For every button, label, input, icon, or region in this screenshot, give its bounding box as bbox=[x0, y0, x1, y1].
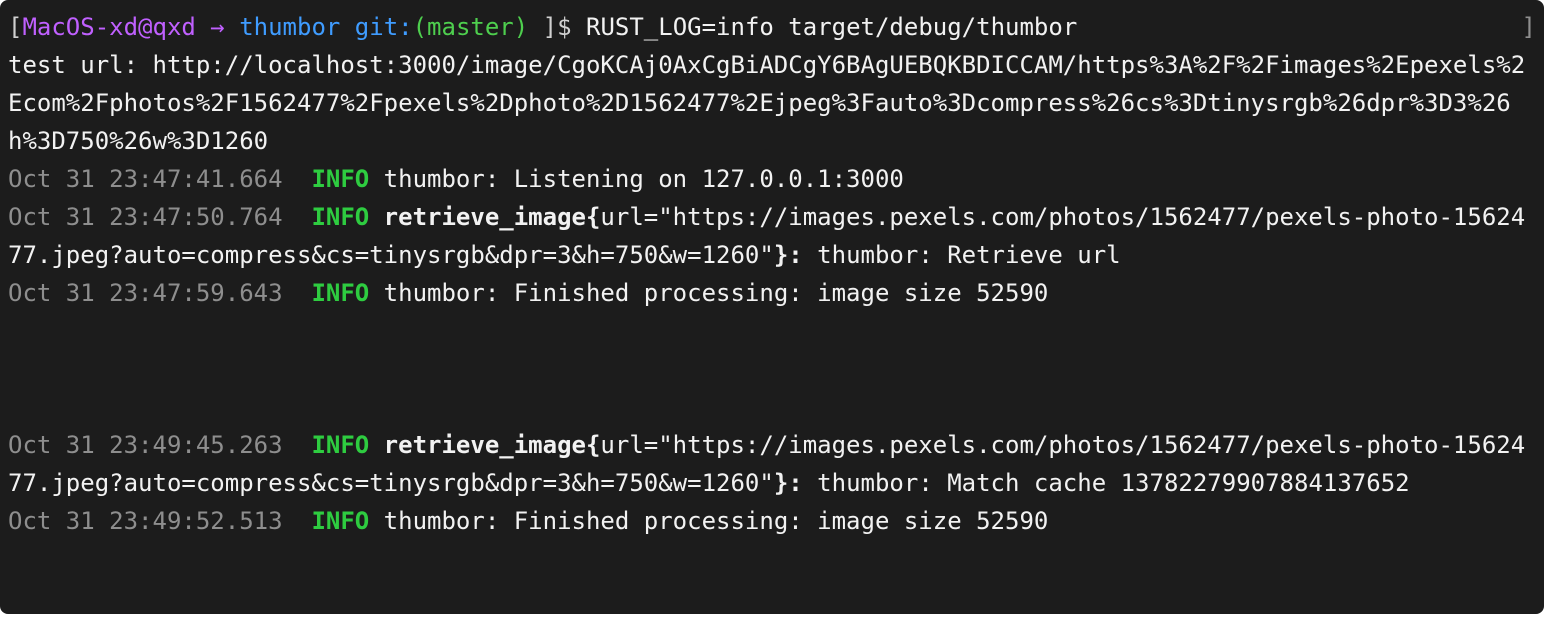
prompt-git-branch: (master) bbox=[413, 13, 529, 41]
log-span-close: }: bbox=[774, 469, 803, 497]
log-span-name: retrieve_image{ bbox=[369, 203, 600, 231]
log-message: thumbor: Retrieve url bbox=[803, 241, 1121, 269]
prompt-host: MacOS-xd@qxd bbox=[22, 13, 195, 41]
log-timestamp: Oct 31 23:47:59.643 bbox=[8, 279, 311, 307]
test-url-line: test url: http://localhost:3000/image/Cg… bbox=[8, 51, 1525, 155]
log-timestamp: Oct 31 23:49:45.263 bbox=[8, 431, 311, 459]
log-level-info: INFO bbox=[311, 203, 369, 231]
log-message: thumbor: Listening on 127.0.0.1:3000 bbox=[369, 165, 904, 193]
command-text: RUST_LOG=info target/debug/thumbor bbox=[586, 13, 1077, 41]
log-level-info: INFO bbox=[311, 507, 369, 535]
log-span-name: retrieve_image{ bbox=[369, 431, 600, 459]
log-span-close: }: bbox=[774, 241, 803, 269]
prompt-git-label: git: bbox=[340, 13, 412, 41]
log-timestamp: Oct 31 23:47:50.764 bbox=[8, 203, 311, 231]
log-message: thumbor: Finished processing: image size… bbox=[369, 279, 1048, 307]
log-message: thumbor: Match cache 1378227990788413765… bbox=[803, 469, 1410, 497]
log-timestamp: Oct 31 23:47:41.664 bbox=[8, 165, 311, 193]
prompt-suffix: ]$ bbox=[528, 13, 586, 41]
terminal-window[interactable]: ] [MacOS-xd@qxd → thumbor git:(master) ]$… bbox=[0, 0, 1544, 614]
log-level-info: INFO bbox=[311, 165, 369, 193]
log-timestamp: Oct 31 23:49:52.513 bbox=[8, 507, 311, 535]
prompt-open-bracket: [ bbox=[8, 13, 22, 41]
arrow-icon: → bbox=[196, 13, 239, 41]
log-level-info: INFO bbox=[311, 279, 369, 307]
prompt-dir: thumbor bbox=[239, 13, 340, 41]
log-level-info: INFO bbox=[311, 431, 369, 459]
right-bracket-icon: ] bbox=[1522, 8, 1536, 46]
log-message: thumbor: Finished processing: image size… bbox=[369, 507, 1048, 535]
